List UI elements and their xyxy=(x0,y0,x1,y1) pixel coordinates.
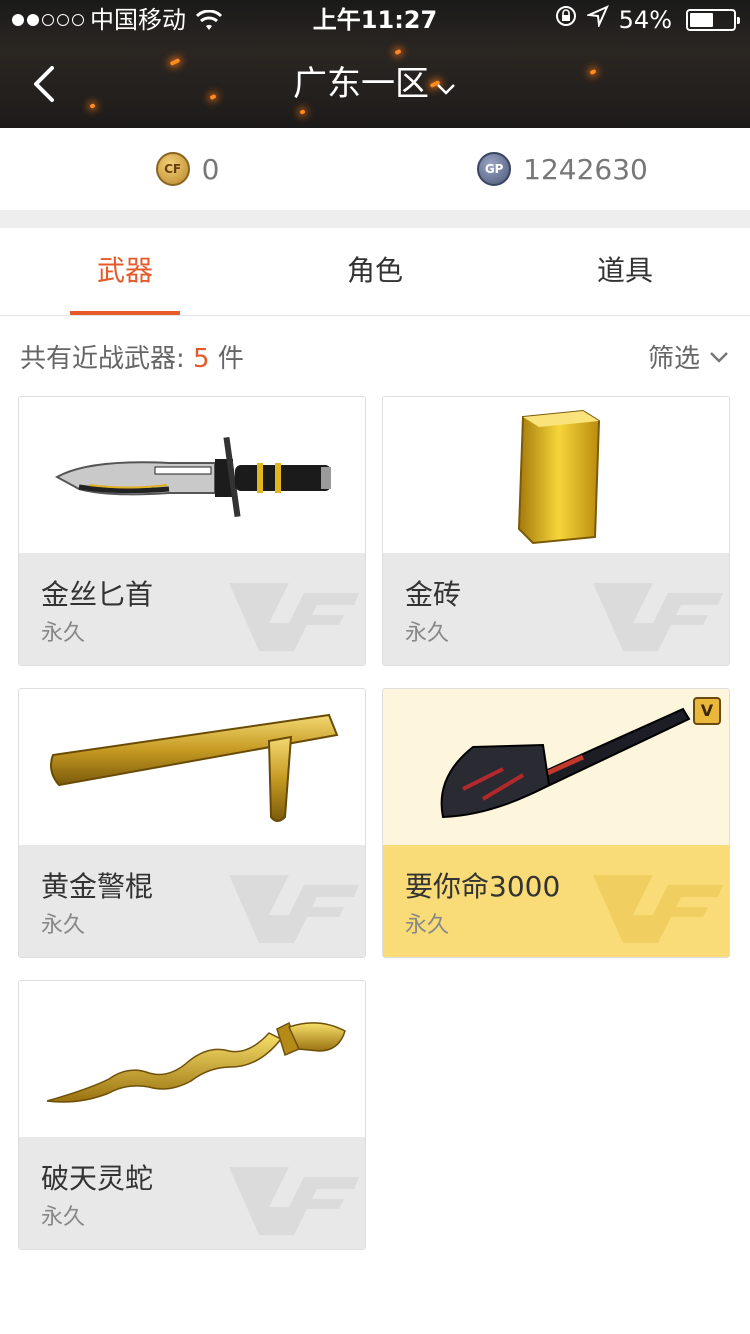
item-info: 金丝匕首 永久 xyxy=(19,553,365,665)
item-duration: 永久 xyxy=(41,913,86,938)
cf-logo-watermark-icon xyxy=(229,1167,359,1235)
cf-coin-icon: CF xyxy=(155,152,190,186)
category-tabs: 武器 角色 道具 xyxy=(0,228,750,316)
tab-characters[interactable]: 角色 xyxy=(250,228,500,315)
cf-points-value: 0 xyxy=(201,152,220,186)
location-arrow-icon xyxy=(584,0,609,40)
section-divider xyxy=(0,210,750,228)
item-duration: 永久 xyxy=(41,1205,86,1230)
count-prefix: 共有近战武器: xyxy=(20,344,194,374)
item-card[interactable]: 金砖 永久 xyxy=(382,396,730,666)
header: 中国移动 上午11:27 54% 广东一区 xyxy=(0,0,750,128)
cf-logo-watermark-icon xyxy=(593,583,723,651)
gold-brick-icon xyxy=(383,397,729,553)
chevron-down-icon xyxy=(435,64,457,108)
cf-logo-watermark-icon xyxy=(593,875,723,943)
filter-button[interactable]: 筛选 xyxy=(648,338,730,375)
item-duration: 永久 xyxy=(41,621,86,646)
gp-coin-icon: GP xyxy=(477,152,512,186)
chevron-down-icon xyxy=(710,351,728,363)
item-duration: 永久 xyxy=(405,913,450,938)
baton-icon xyxy=(19,689,365,845)
status-bar: 中国移动 上午11:27 54% xyxy=(0,0,750,40)
rotation-lock-icon xyxy=(555,0,577,40)
item-info: 金砖 永久 xyxy=(383,553,729,665)
cf-logo-watermark-icon xyxy=(229,875,359,943)
item-name: 金砖 xyxy=(405,578,462,611)
item-card[interactable]: 黄金警棍 永久 xyxy=(18,688,366,958)
summary-row: 共有近战武器: 5 件 筛选 xyxy=(0,316,750,392)
tab-items[interactable]: 道具 xyxy=(500,228,750,315)
gp-value: 1242630 xyxy=(523,152,648,186)
item-name: 黄金警棍 xyxy=(41,870,154,903)
nav-bar: 广东一区 xyxy=(0,40,750,128)
count-suffix: 件 xyxy=(209,344,244,374)
item-name: 破天灵蛇 xyxy=(41,1162,154,1195)
kris-icon xyxy=(19,981,365,1137)
cf-points: CF 0 xyxy=(0,128,375,210)
knife-icon xyxy=(19,397,365,553)
filter-label: 筛选 xyxy=(647,344,700,374)
battery-icon xyxy=(686,9,740,31)
region-selector[interactable]: 广东一区 xyxy=(0,62,750,108)
item-name: 要你命3000 xyxy=(405,870,561,903)
item-info: 破天灵蛇 永久 xyxy=(19,1137,365,1249)
shovel-icon: V xyxy=(383,689,729,845)
item-info: 要你命3000 永久 xyxy=(383,845,729,957)
tab-weapons[interactable]: 武器 xyxy=(0,228,250,315)
count-number: 5 xyxy=(193,344,210,374)
gp-points: GP 1242630 xyxy=(375,128,750,210)
item-card[interactable]: 破天灵蛇 永久 xyxy=(18,980,366,1250)
item-count: 共有近战武器: 5 件 xyxy=(20,338,244,375)
item-info: 黄金警棍 永久 xyxy=(19,845,365,957)
currency-bar: CF 0 GP 1242630 xyxy=(0,128,750,210)
vip-badge: V xyxy=(693,697,721,725)
region-title: 广东一区 xyxy=(293,64,429,104)
item-name: 金丝匕首 xyxy=(41,578,154,611)
item-card[interactable]: 金丝匕首 永久 xyxy=(18,396,366,666)
cf-logo-watermark-icon xyxy=(229,583,359,651)
item-card[interactable]: V 要你命3000 永久 xyxy=(382,688,730,958)
battery-percent: 54% xyxy=(618,6,672,34)
item-duration: 永久 xyxy=(405,621,450,646)
